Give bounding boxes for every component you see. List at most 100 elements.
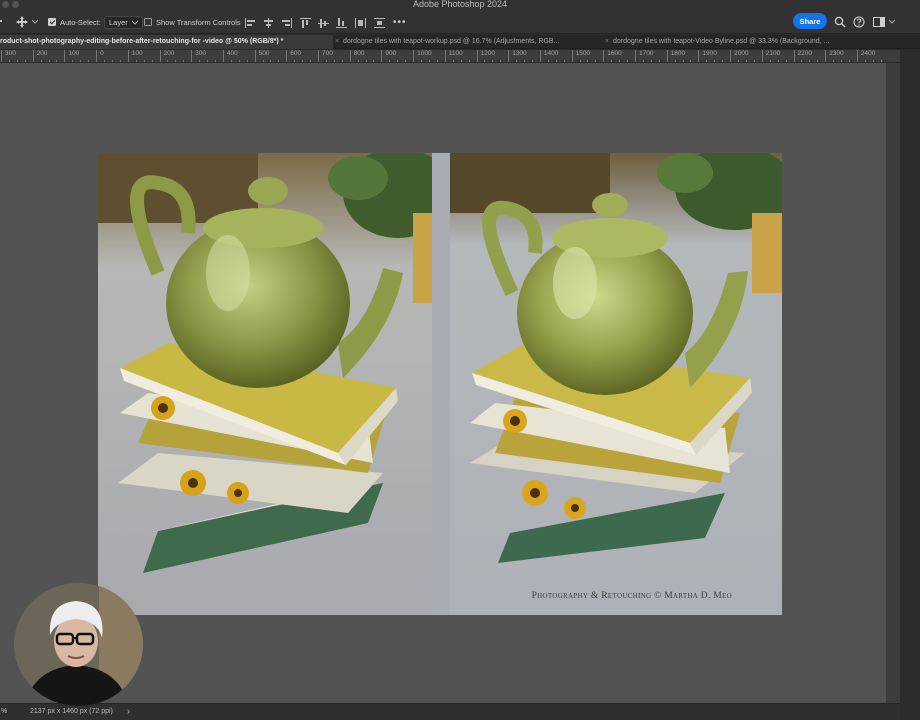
ruler-tick [571, 50, 573, 62]
ruler-label: 1100 [448, 50, 463, 57]
tab-document-active[interactable]: roduct-shot-photography-editing-before-a… [0, 35, 333, 49]
ruler-label: 1000 [417, 50, 432, 57]
zoom-level[interactable]: % [1, 708, 7, 715]
close-icon[interactable]: × [605, 35, 609, 49]
tab-label: dordogne tiles with teapot-workup.psd @ … [343, 38, 560, 45]
ruler-tick [856, 50, 858, 62]
ruler-label: 600 [290, 50, 302, 57]
ruler-tick [349, 50, 351, 62]
distribute-icon[interactable] [355, 18, 366, 28]
ruler-label: 200 [163, 50, 175, 57]
ruler-tick [96, 50, 98, 62]
transform-controls-checkbox[interactable] [144, 18, 152, 26]
ruler-label: 300 [195, 50, 207, 57]
align-horizontal-centers-icon[interactable] [263, 18, 274, 28]
tab-label: roduct-shot-photography-editing-before-a… [0, 38, 284, 45]
ruler-tick [191, 50, 193, 62]
ruler-label: 100 [131, 50, 143, 57]
home-icon[interactable] [0, 15, 8, 27]
ruler-tick [286, 50, 288, 62]
ruler-label: 100 [68, 50, 80, 57]
before-photo [98, 153, 432, 615]
after-photo [450, 153, 782, 615]
ruler-label: 2200 [797, 50, 812, 57]
ruler-label: 2100 [765, 50, 781, 57]
ruler-label: 800 [353, 50, 365, 57]
move-icon[interactable] [16, 16, 28, 28]
ruler-tick [825, 50, 827, 62]
ruler-label: 300 [5, 50, 16, 57]
status-menu-arrow[interactable]: › [127, 706, 130, 716]
ruler-label: 2000 [734, 50, 749, 57]
transform-controls-label: Show Transform Controls [156, 17, 241, 27]
ruler-tick [793, 50, 795, 62]
ruler-label: 1500 [575, 50, 591, 57]
ruler-tick [444, 50, 446, 62]
ruler-label: 1900 [702, 50, 717, 57]
ruler-tick [539, 50, 541, 62]
ruler-tick [413, 50, 415, 62]
share-button[interactable]: Share [793, 13, 827, 29]
help-icon[interactable] [853, 16, 865, 28]
ruler-tick [635, 50, 636, 62]
ruler-tick [603, 50, 605, 62]
tab-document-workup[interactable]: × dordogne tiles with teapot-workup.psd … [334, 35, 602, 49]
ruler-label: 1600 [607, 50, 622, 57]
auto-select-checkbox[interactable] [48, 18, 56, 26]
ruler-label: 0 [100, 50, 104, 57]
search-icon[interactable] [834, 16, 846, 28]
ruler-label: 1200 [480, 50, 495, 57]
auto-select-toggle[interactable]: Auto-Select: [48, 15, 101, 29]
transform-controls-toggle[interactable]: Show Transform Controls [144, 15, 241, 29]
close-icon[interactable]: × [335, 35, 339, 49]
ruler-label: 1700 [639, 50, 654, 57]
ruler-label: 1300 [512, 50, 527, 57]
ruler-label: 200 [36, 50, 48, 57]
ruler-label: 1800 [670, 50, 686, 57]
ruler-tick [64, 50, 66, 62]
distribute-spacing-icon[interactable] [374, 18, 385, 28]
ruler-label: 1400 [543, 50, 559, 57]
title-bar: Adobe Photoshop 2024 [0, 0, 920, 10]
document-dimensions[interactable]: 2137 px x 1460 px (72 ppi) [30, 708, 113, 715]
ruler-tick [1, 50, 2, 62]
photo-byline: Photography & Retouching © Martha D. Meo [531, 591, 732, 601]
align-vertical-centers-icon[interactable] [318, 18, 329, 28]
ruler-label: 500 [258, 50, 270, 57]
align-right-edges-icon[interactable] [281, 18, 292, 28]
tab-label: dordogne tiles with teapot-Video Byline.… [613, 38, 830, 45]
ruler-tick [318, 50, 319, 62]
auto-select-label: Auto-Select: [60, 17, 101, 27]
ruler-tick [222, 50, 224, 62]
workspace-icon[interactable] [873, 16, 885, 28]
ruler-tick [381, 50, 383, 62]
ruler-label: 700 [322, 50, 333, 57]
tab-document-byline[interactable]: × dordogne tiles with teapot-Video Bylin… [604, 35, 874, 49]
document-tabs: roduct-shot-photography-editing-before-a… [0, 35, 920, 49]
align-bottom-edges-icon[interactable] [336, 18, 347, 28]
horizontal-ruler[interactable]: 300 200 100 0 100 200 300 400 500 600 700 800 900 100… [0, 50, 900, 63]
chevron-down-icon[interactable] [889, 19, 895, 25]
ruler-tick [761, 50, 763, 62]
align-left-edges-icon[interactable] [245, 18, 256, 28]
vertical-scrollbar[interactable] [886, 63, 900, 703]
webcam-overlay [14, 583, 143, 706]
layer-select[interactable]: Layer [104, 15, 143, 29]
window-title: Adobe Photoshop 2024 [412, 0, 508, 9]
ruler-tick [508, 50, 510, 62]
document-canvas[interactable]: Photography & Retouching © Martha D. Meo [98, 153, 782, 615]
ruler-label: 900 [385, 50, 397, 57]
status-bar: % 2137 px x 1460 px (72 ppi) › [0, 703, 900, 720]
ruler-tick [159, 50, 161, 62]
ruler-tick [127, 50, 129, 62]
more-options-button[interactable]: ••• [393, 15, 407, 29]
options-bar: Auto-Select: Layer Show Transform Contro… [0, 10, 920, 34]
layer-select-value: Layer [109, 17, 128, 27]
ruler-tick [666, 50, 668, 62]
ruler-tick [254, 50, 256, 62]
align-top-edges-icon[interactable] [300, 18, 311, 28]
ruler-label: 2300 [829, 50, 844, 57]
chevron-down-icon[interactable] [32, 19, 38, 25]
ruler-tick [698, 50, 700, 62]
ruler-tick [730, 50, 732, 62]
